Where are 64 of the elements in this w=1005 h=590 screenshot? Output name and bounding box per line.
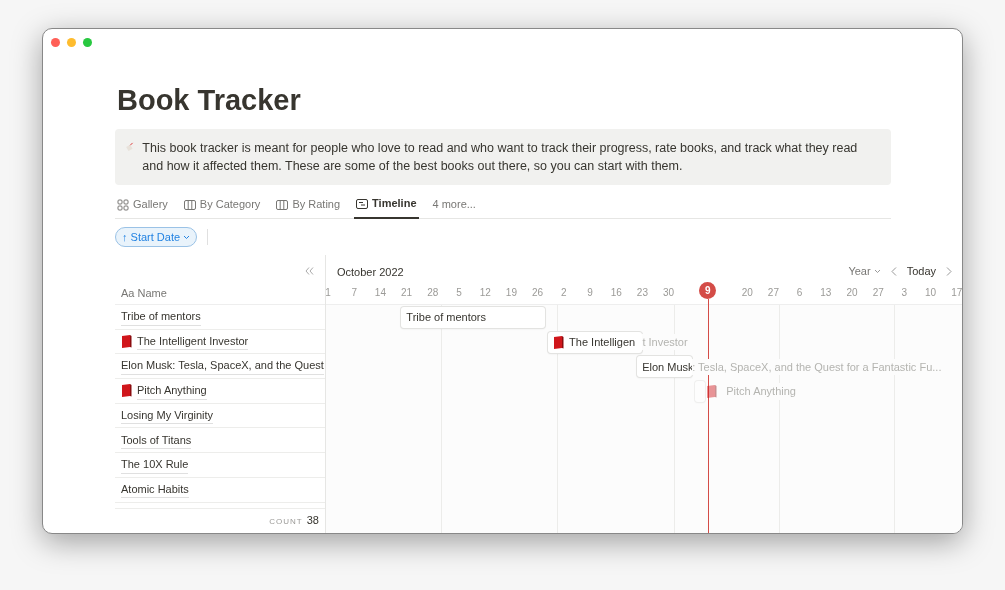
timeline-icon bbox=[356, 197, 369, 210]
date-tick: 27 bbox=[766, 286, 780, 300]
collapse-icon[interactable] bbox=[305, 267, 314, 275]
timeline-bar[interactable]: Tribe of mentors bbox=[401, 307, 546, 328]
date-tick: 21 bbox=[400, 286, 414, 300]
bar-overflow-label: : Tesla, SpaceX, and the Quest for a Fantastic Fu... bbox=[692, 358, 944, 376]
date-tick: 17 bbox=[950, 286, 962, 300]
date-tick: 27 bbox=[871, 286, 885, 300]
previous-icon[interactable] bbox=[890, 266, 897, 276]
bar-overflow-label: t Investor bbox=[642, 333, 690, 351]
date-tick: 23 bbox=[635, 286, 649, 300]
columns-icon bbox=[183, 198, 196, 211]
date-tick: 7 bbox=[350, 286, 358, 300]
column-header: Aa Name bbox=[121, 286, 167, 301]
view-tab[interactable]: Timeline bbox=[354, 190, 419, 219]
caret-icon bbox=[183, 234, 191, 240]
scale-dropdown[interactable]: Year bbox=[848, 263, 881, 280]
zoom-button[interactable] bbox=[83, 38, 92, 47]
date-tick: 5 bbox=[455, 286, 463, 300]
date-tick: 3 bbox=[900, 286, 909, 300]
timeline-bar[interactable] bbox=[694, 381, 706, 403]
row-name[interactable]: The 10X Rule bbox=[121, 456, 189, 474]
sort-chip[interactable]: ↑ Start Date bbox=[115, 226, 198, 248]
date-tick: 12 bbox=[478, 286, 492, 300]
row-name[interactable]: Pitch Anything bbox=[137, 382, 207, 400]
timeline-bar[interactable]: Elon Musk bbox=[637, 356, 693, 378]
page-title: Book Tracker bbox=[117, 83, 302, 118]
view-tab[interactable]: By Rating bbox=[274, 190, 343, 219]
more-views-button[interactable]: 4 more... bbox=[430, 190, 478, 219]
view-tab[interactable]: By Category bbox=[181, 190, 263, 219]
bar-overflow-label: Pitch Anything bbox=[726, 383, 798, 400]
row-name[interactable]: Atomic Habits bbox=[121, 480, 189, 499]
row-name[interactable]: Elon Musk: Tesla, SpaceX, and the Quest bbox=[121, 357, 324, 375]
row-name[interactable]: Losing My Virginity bbox=[121, 406, 214, 425]
row-name[interactable]: Tools of Titans bbox=[121, 431, 192, 450]
date-tick: 20 bbox=[845, 286, 859, 300]
next-icon[interactable] bbox=[946, 266, 952, 276]
date-tick: 26 bbox=[531, 286, 545, 300]
today-button[interactable]: Today bbox=[906, 263, 936, 280]
date-tick: 14 bbox=[373, 286, 387, 300]
date-tick: 10 bbox=[924, 286, 938, 300]
close-button[interactable] bbox=[51, 38, 60, 47]
month-label: October 2022 bbox=[337, 265, 404, 280]
date-tick: 9 bbox=[586, 286, 594, 300]
timeline-bar[interactable]: The Intelligen bbox=[548, 331, 643, 353]
date-tick: 30 bbox=[662, 286, 676, 300]
date-tick: 20 bbox=[740, 286, 754, 300]
date-tick: 1 bbox=[324, 286, 332, 300]
caret-icon bbox=[873, 268, 881, 274]
row-name[interactable]: The Intelligent Investor bbox=[137, 332, 249, 351]
date-tick: 13 bbox=[819, 286, 833, 300]
date-tick: 6 bbox=[795, 286, 804, 300]
minimize-button[interactable] bbox=[67, 38, 76, 47]
date-tick: 16 bbox=[609, 286, 623, 300]
date-tick: 28 bbox=[426, 286, 440, 300]
columns-icon bbox=[276, 198, 289, 211]
date-tick: 19 bbox=[504, 286, 518, 300]
grid-icon bbox=[117, 198, 129, 211]
view-tab[interactable]: Gallery bbox=[115, 190, 170, 219]
count-value: 38 bbox=[306, 513, 319, 526]
row-name[interactable]: Tribe of mentors bbox=[121, 308, 201, 326]
date-tick: 2 bbox=[560, 286, 568, 300]
count-label: COUNT bbox=[269, 516, 303, 526]
callout-text: This book tracker is meant for people who love to read and who want to track their progress, rate books, and track what they read and how it affected them. These are some of the best books out there, so you can start with them. bbox=[142, 140, 859, 175]
